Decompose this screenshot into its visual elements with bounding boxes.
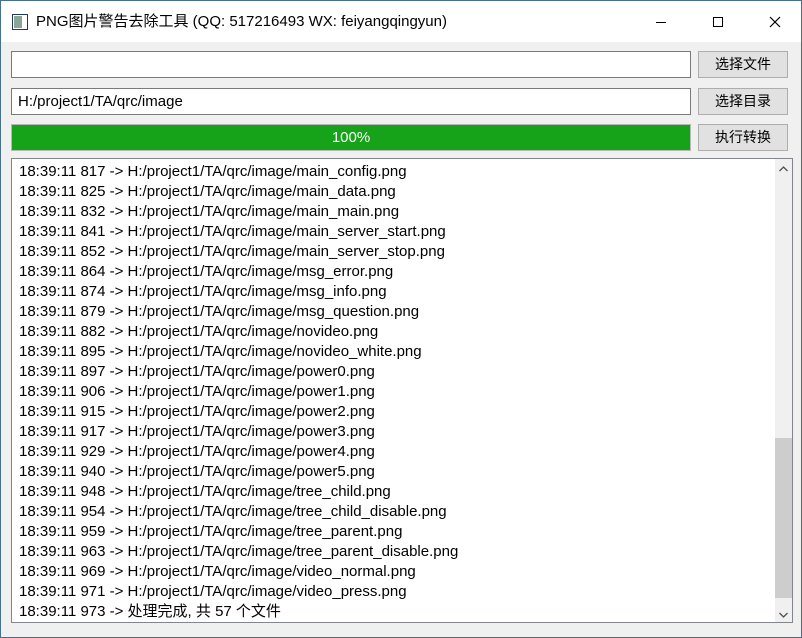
app-icon-pane [14, 16, 22, 28]
scroll-down-button[interactable] [775, 605, 792, 622]
log-line: 18:39:11 841 -> H:/project1/TA/qrc/image… [19, 222, 775, 242]
scroll-up-icon [779, 159, 788, 177]
log-line: 18:39:11 817 -> H:/project1/TA/qrc/image… [19, 162, 775, 182]
log-line: 18:39:11 929 -> H:/project1/TA/qrc/image… [19, 442, 775, 462]
log-line: 18:39:11 915 -> H:/project1/TA/qrc/image… [19, 402, 775, 422]
minimize-icon [655, 16, 667, 28]
log-line: 18:39:11 897 -> H:/project1/TA/qrc/image… [19, 362, 775, 382]
scroll-down-icon [779, 605, 788, 623]
window-title: PNG图片警告去除工具 (QQ: 517216493 WX: feiyangqi… [36, 1, 447, 42]
log-line: 18:39:11 906 -> H:/project1/TA/qrc/image… [19, 382, 775, 402]
log-line: 18:39:11 874 -> H:/project1/TA/qrc/image… [19, 282, 775, 302]
log-view: 18:39:11 817 -> H:/project1/TA/qrc/image… [12, 159, 775, 622]
log-line: 18:39:11 852 -> H:/project1/TA/qrc/image… [19, 242, 775, 262]
log-line: 18:39:11 864 -> H:/project1/TA/qrc/image… [19, 262, 775, 282]
log-line: 18:39:11 879 -> H:/project1/TA/qrc/image… [19, 302, 775, 322]
title-bar: PNG图片警告去除工具 (QQ: 517216493 WX: feiyangqi… [1, 1, 801, 42]
log-line: 18:39:11 917 -> H:/project1/TA/qrc/image… [19, 422, 775, 442]
file-path-input[interactable] [11, 51, 691, 78]
progress-bar: 100% [11, 124, 691, 151]
log-line: 18:39:11 940 -> H:/project1/TA/qrc/image… [19, 462, 775, 482]
maximize-icon [712, 16, 724, 28]
close-button[interactable] [752, 1, 798, 42]
log-line: 18:39:11 959 -> H:/project1/TA/qrc/image… [19, 522, 775, 542]
log-scrollbar[interactable] [775, 159, 792, 622]
minimize-button[interactable] [638, 1, 684, 42]
log-line: 18:39:11 973 -> 处理完成, 共 57 个文件 [19, 602, 775, 622]
select-file-button[interactable]: 选择文件 [698, 51, 788, 78]
log-line: 18:39:11 832 -> H:/project1/TA/qrc/image… [19, 202, 775, 222]
scroll-up-button[interactable] [775, 159, 792, 176]
progress-label: 100% [12, 125, 690, 150]
log-line: 18:39:11 969 -> H:/project1/TA/qrc/image… [19, 562, 775, 582]
dir-path-input[interactable] [11, 88, 691, 115]
close-icon [769, 16, 781, 28]
log-line: 18:39:11 963 -> H:/project1/TA/qrc/image… [19, 542, 775, 562]
log-line: 18:39:11 882 -> H:/project1/TA/qrc/image… [19, 322, 775, 342]
log-line: 18:39:11 948 -> H:/project1/TA/qrc/image… [19, 482, 775, 502]
execute-convert-button[interactable]: 执行转换 [698, 124, 788, 151]
app-window: PNG图片警告去除工具 (QQ: 517216493 WX: feiyangqi… [0, 0, 802, 638]
select-dir-button[interactable]: 选择目录 [698, 88, 788, 115]
app-icon [12, 14, 28, 30]
log-line: 18:39:11 825 -> H:/project1/TA/qrc/image… [19, 182, 775, 202]
log-line: 18:39:11 971 -> H:/project1/TA/qrc/image… [19, 582, 775, 602]
log-area[interactable]: 18:39:11 817 -> H:/project1/TA/qrc/image… [11, 158, 793, 623]
log-line: 18:39:11 895 -> H:/project1/TA/qrc/image… [19, 342, 775, 362]
scroll-thumb[interactable] [775, 438, 792, 598]
log-line: 18:39:11 954 -> H:/project1/TA/qrc/image… [19, 502, 775, 522]
maximize-button[interactable] [695, 1, 741, 42]
